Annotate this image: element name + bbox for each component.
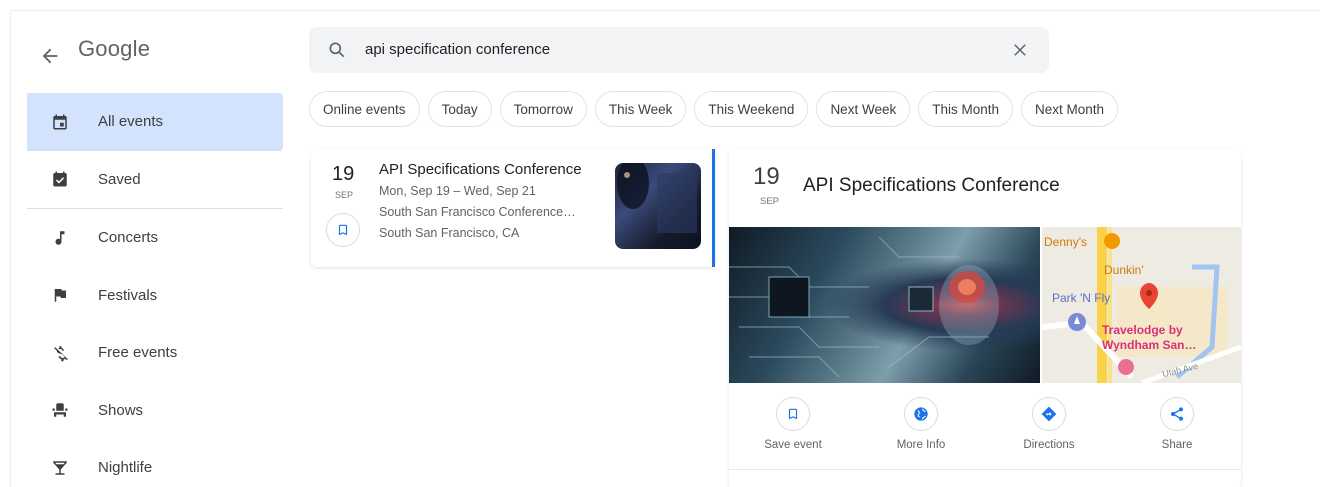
share-button[interactable]: Share (1127, 397, 1227, 451)
detail-divider (729, 469, 1241, 470)
sidebar-item-saved[interactable]: Saved (27, 151, 283, 209)
detail-month: SEP (760, 196, 780, 207)
cocktail-icon (51, 459, 69, 477)
map-label-wyndham: Wyndham San… (1102, 338, 1197, 352)
event-thumbnail (615, 163, 701, 249)
chip-this-week[interactable]: This Week (594, 91, 687, 127)
event-city: South San Francisco, CA (379, 226, 520, 240)
sidebar-item-all-events[interactable]: All events (27, 93, 283, 151)
event-dates: Mon, Sep 19 – Wed, Sep 21 (379, 184, 536, 198)
chip-next-month[interactable]: Next Month (1021, 91, 1119, 127)
google-logo[interactable]: Google (78, 36, 150, 62)
chip-this-month[interactable]: This Month (918, 91, 1013, 127)
music-note-icon (51, 229, 69, 247)
chip-this-weekend[interactable]: This Weekend (694, 91, 809, 127)
action-label: More Info (896, 439, 946, 451)
close-icon[interactable] (1011, 41, 1029, 59)
saved-calendar-icon (51, 170, 69, 188)
detail-day: 19 (753, 163, 780, 190)
sidebar-item-nightlife[interactable]: Nightlife (27, 439, 283, 487)
globe-icon (914, 407, 928, 421)
event-day: 19 (332, 163, 355, 185)
filter-chips: Online events Today Tomorrow This Week T… (309, 91, 1119, 127)
sidebar-item-shows[interactable]: Shows (27, 382, 283, 440)
action-label: Share (1161, 439, 1193, 451)
sidebar-item-label: All events (98, 113, 164, 131)
more-info-button[interactable]: More Info (871, 397, 971, 451)
google-events-window: Google api specification conference All … (10, 10, 1320, 487)
theater-seat-icon (51, 401, 69, 419)
event-month: SEP (335, 190, 354, 200)
search-bar[interactable]: api specification conference (309, 27, 1049, 73)
sidebar-item-label: Shows (98, 401, 144, 419)
search-icon (329, 42, 345, 58)
sidebar-item-label: Nightlife (98, 459, 153, 477)
sidebar-item-concerts[interactable]: Concerts (27, 209, 283, 267)
map-label-dunkin: Dunkin' (1104, 263, 1144, 277)
event-venue: South San Francisco Conference… (379, 205, 576, 219)
chip-next-week[interactable]: Next Week (816, 91, 911, 127)
action-label: Directions (1023, 439, 1075, 451)
bookmark-icon (788, 408, 798, 420)
event-hero-image[interactable] (729, 227, 1040, 383)
map-label-dennys: Denny's (1044, 235, 1087, 249)
chip-online-events[interactable]: Online events (309, 91, 420, 127)
flag-icon (51, 286, 69, 304)
sidebar-item-label: Concerts (98, 229, 159, 247)
back-arrow-icon[interactable] (39, 45, 61, 67)
action-label: Save event (764, 439, 822, 451)
map-label-travelodge: Travelodge by (1102, 323, 1183, 337)
location-map[interactable]: Denny's Dunkin' Park 'N Fly Travelodge b… (1042, 227, 1241, 383)
sidebar-item-label: Free events (98, 344, 178, 362)
selected-indicator (712, 149, 715, 267)
chip-tomorrow[interactable]: Tomorrow (499, 91, 587, 127)
sidebar: All events Saved Concerts Festivals Free… (27, 93, 283, 487)
event-result-card[interactable]: 19 SEP API Specifications Conference Mon… (311, 149, 715, 267)
sidebar-item-label: Saved (98, 170, 141, 188)
calendar-icon (51, 113, 69, 131)
search-input[interactable]: api specification conference (365, 41, 550, 58)
sidebar-item-free-events[interactable]: Free events (27, 324, 283, 382)
no-money-icon (51, 344, 69, 362)
detail-title: API Specifications Conference (803, 175, 1060, 196)
bookmark-icon (338, 224, 348, 236)
share-icon (1171, 407, 1183, 421)
chip-today[interactable]: Today (427, 91, 492, 127)
directions-icon (1041, 406, 1057, 422)
save-event-button[interactable]: Save event (743, 397, 843, 451)
event-actions: Save event More Info Directions Share (729, 397, 1241, 457)
map-label-park-n-fly: Park 'N Fly (1052, 291, 1111, 305)
event-title[interactable]: API Specifications Conference (379, 161, 582, 178)
sidebar-item-label: Festivals (98, 286, 158, 304)
sidebar-item-festivals[interactable]: Festivals (27, 267, 283, 325)
event-detail-panel: 19 SEP API Specifications Conference Den… (729, 149, 1241, 487)
bookmark-button[interactable] (326, 213, 360, 247)
directions-button[interactable]: Directions (999, 397, 1099, 451)
